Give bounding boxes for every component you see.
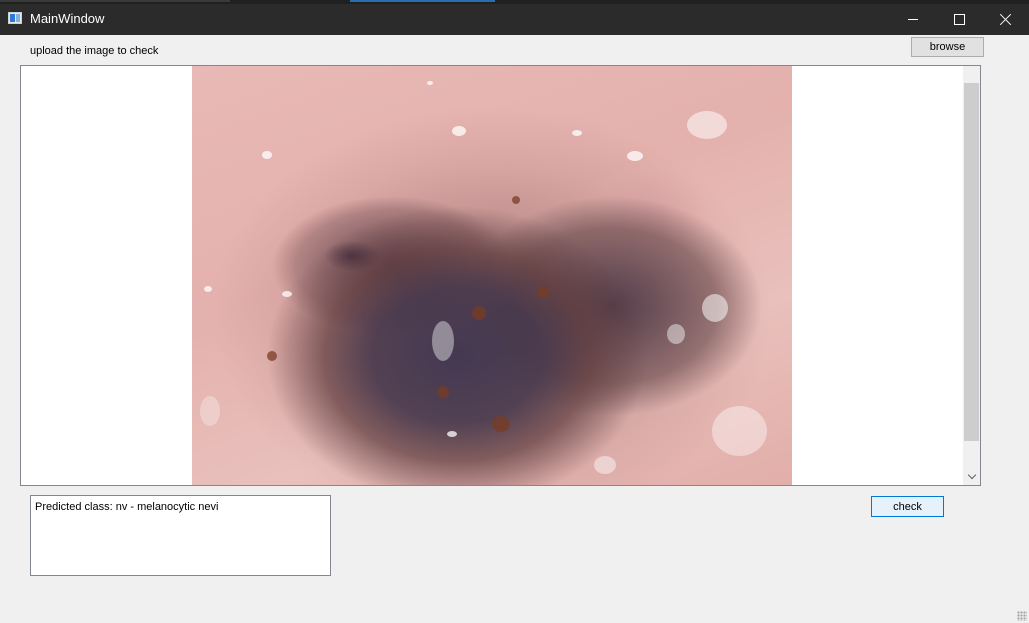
close-button[interactable] xyxy=(982,4,1028,35)
minimize-button[interactable] xyxy=(890,4,936,35)
scrollbar-thumb[interactable] xyxy=(964,83,979,441)
browse-button[interactable]: browse xyxy=(911,37,984,57)
close-icon xyxy=(999,13,1012,26)
check-button[interactable]: check xyxy=(871,496,944,517)
result-output[interactable]: Predicted class: nv - melanocytic nevi xyxy=(30,495,331,576)
prediction-text: Predicted class: nv - melanocytic nevi xyxy=(35,501,219,513)
resize-grip-icon[interactable] xyxy=(1017,611,1027,621)
active-tab-indicator xyxy=(350,0,495,2)
image-viewer[interactable] xyxy=(20,65,981,486)
scroll-down-button[interactable] xyxy=(963,468,980,485)
chevron-down-icon xyxy=(967,470,976,480)
upload-label: upload the image to check xyxy=(30,45,159,57)
title-bar: MainWindow xyxy=(0,4,1029,35)
dermoscopy-lesion-image xyxy=(192,66,792,485)
window-title: MainWindow xyxy=(30,11,105,26)
app-window-icon xyxy=(8,12,22,24)
minimize-icon xyxy=(908,19,918,20)
maximize-button[interactable] xyxy=(936,4,982,35)
vertical-scrollbar[interactable] xyxy=(963,66,980,485)
taskbar-segment xyxy=(0,0,230,2)
maximize-icon xyxy=(953,14,965,25)
